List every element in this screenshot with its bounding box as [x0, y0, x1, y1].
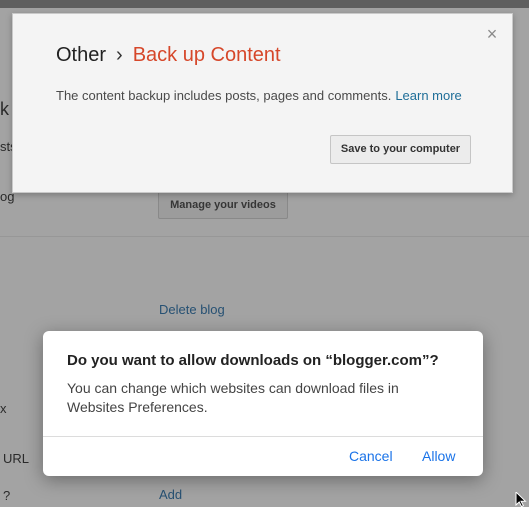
mouse-cursor-icon [515, 492, 527, 507]
permission-body: You can change which websites can downlo… [67, 380, 399, 415]
backup-description-text: The content backup includes posts, pages… [56, 88, 392, 103]
allow-button[interactable]: Allow [422, 448, 455, 464]
save-to-computer-button[interactable]: Save to your computer [330, 135, 471, 164]
close-icon[interactable]: × [484, 25, 500, 43]
dialog-title: Other › Back up Content [56, 44, 281, 67]
learn-more-link[interactable]: Learn more [395, 88, 461, 103]
window-top-bar [0, 0, 529, 8]
backup-content-dialog: × Other › Back up Content The content back… [12, 13, 513, 193]
backup-description: The content backup includes posts, pages… [56, 88, 462, 103]
cancel-button[interactable]: Cancel [349, 448, 393, 464]
dialog-divider [43, 436, 483, 437]
download-permission-dialog: Do you want to allow downloads on “blogg… [43, 331, 483, 476]
breadcrumb-separator: › [116, 44, 123, 66]
permission-title: Do you want to allow downloads on “blogg… [67, 352, 439, 369]
breadcrumb-current: Back up Content [132, 44, 281, 66]
breadcrumb-parent: Other [56, 44, 107, 66]
